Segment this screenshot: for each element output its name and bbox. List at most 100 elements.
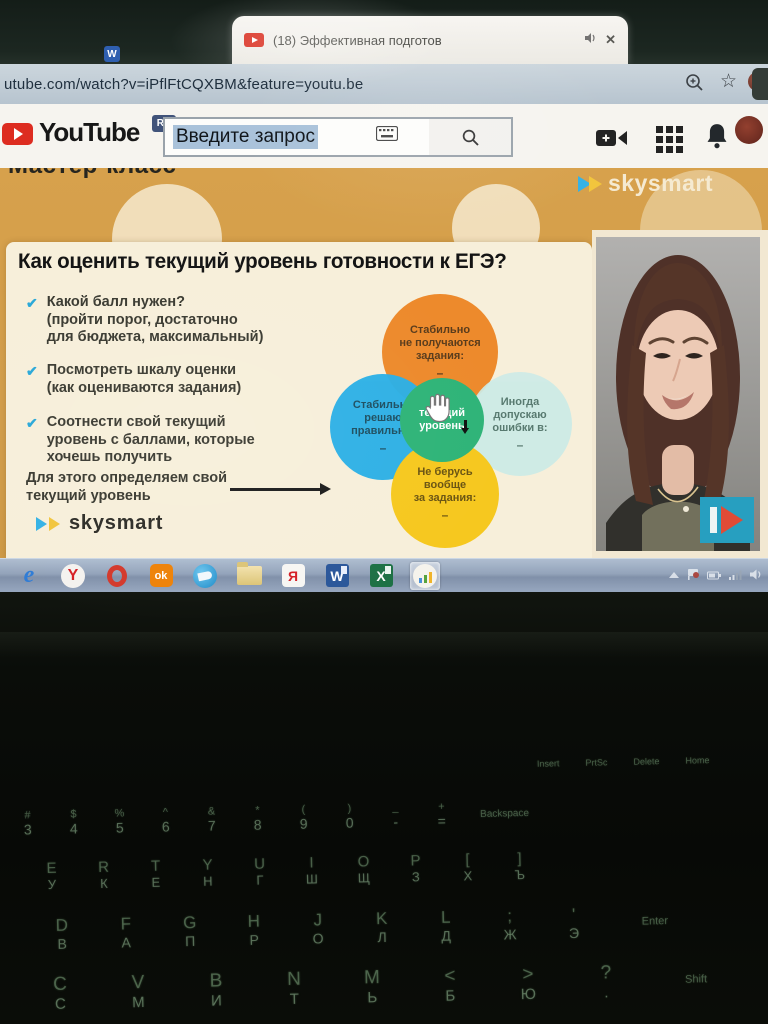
keyboard-key[interactable]: _- <box>376 793 415 838</box>
keyboard-key[interactable]: OЩ <box>341 846 386 893</box>
keyboard-key[interactable]: )0 <box>330 794 369 839</box>
keyboard-key[interactable]: MЬ <box>344 960 401 1013</box>
tab-audio-icon[interactable] <box>584 31 596 49</box>
keyboard-key[interactable]: IШ <box>289 847 334 894</box>
taskbar-internet-explorer-icon[interactable]: e <box>14 562 44 590</box>
taskbar-excel-icon[interactable]: X <box>366 562 396 590</box>
keyboard-key[interactable]: Enter <box>612 895 697 947</box>
search-button[interactable] <box>429 117 513 157</box>
keyboard-key[interactable]: ?. <box>578 955 635 1008</box>
down-arrow-icon <box>464 420 467 429</box>
address-bar[interactable]: utube.com/watch?v=iPflFtCQXBM&feature=yo… <box>4 76 363 93</box>
taskbar-file-explorer-icon[interactable] <box>234 562 264 590</box>
keyboard-key[interactable]: &7 <box>192 797 231 842</box>
keyboard-key[interactable]: Insert <box>537 752 560 774</box>
tab-title: (18) Эффективная подготов <box>273 33 575 48</box>
keyboard-key[interactable]: CС <box>32 966 89 1019</box>
tray-network-icon[interactable] <box>729 567 742 585</box>
taskbar-word-icon[interactable]: W <box>322 562 352 590</box>
keyboard-key[interactable]: Backspace <box>468 791 541 836</box>
keyboard-key[interactable]: Home <box>685 749 709 771</box>
word-pinned-icon[interactable]: W <box>104 46 120 62</box>
taskbar-yandex-browser-icon[interactable]: Y <box>58 562 88 590</box>
keyboard-key[interactable]: >Ю <box>500 956 557 1009</box>
keyboard-key[interactable]: Delete <box>633 750 659 773</box>
keyboard-key[interactable]: FА <box>100 907 151 958</box>
keyboard-home-row: DВ FА GП HР JО KЛ LД ;Ж 'Э Enter <box>0 894 768 960</box>
keyboard-key[interactable]: (9 <box>284 795 323 840</box>
slide-title: Как оценить текущий уровень готовности к… <box>18 250 573 274</box>
keyboard-key[interactable]: EУ <box>29 853 74 900</box>
skysmart-header-logo: skysmart <box>578 170 713 197</box>
search-icon <box>461 128 480 147</box>
create-video-icon[interactable] <box>596 128 628 153</box>
youtube-logo-text[interactable]: YouTube <box>39 117 139 148</box>
apps-grid-icon[interactable] <box>656 126 683 153</box>
windows-taskbar: e Y ok Я W X <box>0 558 768 592</box>
keyboard-function-row: Insert PrtSc Delete Home <box>0 748 766 786</box>
browser-tab[interactable]: (18) Эффективная подготов ✕ <box>232 16 628 64</box>
keyboard-bottom-row: CС VМ BИ NТ MЬ <Б >Ю?. Shift <box>2 952 768 1020</box>
tray-expand-icon[interactable] <box>669 567 679 585</box>
taskbar-odnoklassniki-icon[interactable]: ok <box>146 562 176 590</box>
browser-menu-icon[interactable] <box>752 68 768 100</box>
keyboard-key[interactable]: *8 <box>238 796 277 841</box>
youtube-logo-icon[interactable] <box>2 123 33 145</box>
keyboard-key[interactable]: ^6 <box>146 798 185 843</box>
keyboard-key[interactable]: LД <box>420 900 471 951</box>
keyboard-number-row: #3$4%5^6&7*8(9)0_-+=Backspace <box>0 786 767 846</box>
skysmart-play-icon <box>36 517 47 531</box>
slide-bullet: ✔ Соотнести свой текущий уровень с балла… <box>26 414 326 467</box>
keyboard-key[interactable]: VМ <box>110 965 167 1018</box>
check-icon: ✔ <box>26 363 38 397</box>
keyboard-key[interactable]: JО <box>292 903 343 954</box>
zoom-icon[interactable] <box>684 72 706 99</box>
keyboard-key[interactable]: += <box>422 792 461 837</box>
keyboard-key[interactable]: Shift <box>656 953 737 1007</box>
presenter-webcam <box>596 237 760 551</box>
keyboard-key[interactable]: %5 <box>100 799 139 844</box>
keyboard-key[interactable]: DВ <box>36 908 87 959</box>
laptop-body: Insert PrtSc Delete Home #3$4%5^6&7*8(9)0_-… <box>0 592 768 1024</box>
laptop-photo: (18) Эффективная подготов ✕ W utube.com/… <box>0 0 768 1024</box>
check-icon: ✔ <box>26 295 38 347</box>
webcam-frame <box>592 230 768 558</box>
slide-card: Как оценить текущий уровень готовности к… <box>6 242 592 558</box>
taskbar-yandex-search-icon[interactable]: Я <box>278 562 308 590</box>
skysmart-play-icon <box>589 176 602 192</box>
skysmart-play-icon <box>49 517 60 531</box>
keyboard-key[interactable]: NТ <box>266 961 323 1014</box>
video-player[interactable]: skysmart Как оценить текущий уровень гот… <box>0 168 768 558</box>
tray-battery-icon[interactable] <box>707 567 721 585</box>
taskbar-stats-app-icon[interactable] <box>410 562 440 590</box>
keyboard-key[interactable]: YН <box>185 849 230 896</box>
keyboard-key[interactable]: BИ <box>188 963 245 1016</box>
keyboard-key[interactable]: GП <box>164 906 215 957</box>
keyboard-key[interactable]: [Х <box>445 844 490 891</box>
keyboard-key[interactable]: PЗ <box>393 845 438 892</box>
taskbar-messenger-icon[interactable] <box>190 562 220 590</box>
keyboard-key[interactable]: $4 <box>54 800 93 845</box>
search-input[interactable]: Введите запрос <box>163 117 449 157</box>
tray-action-center-icon[interactable] <box>687 567 699 585</box>
laptop-hinge <box>0 632 768 658</box>
browser-toolbar: utube.com/watch?v=iPflFtCQXBM&feature=yo… <box>0 64 768 104</box>
tab-close-button[interactable]: ✕ <box>605 32 616 48</box>
bookmark-star-icon[interactable]: ☆ <box>720 70 737 93</box>
tray-volume-icon[interactable] <box>750 567 762 585</box>
keyboard-key[interactable]: PrtSc <box>585 751 607 773</box>
keyboard-key[interactable]: 'Э <box>548 898 599 949</box>
keyboard-key[interactable]: RК <box>81 851 126 898</box>
taskbar-opera-icon[interactable] <box>102 562 132 590</box>
keyboard-key[interactable]: KЛ <box>356 902 407 953</box>
keyboard-key[interactable]: UГ <box>237 848 282 895</box>
keyboard-key[interactable]: #3 <box>8 801 47 846</box>
keyboard-key[interactable]: TЕ <box>133 850 178 897</box>
user-avatar[interactable] <box>735 116 763 144</box>
notifications-bell-icon[interactable] <box>704 122 730 155</box>
keyboard-key[interactable]: <Б <box>422 958 479 1011</box>
keyboard-key[interactable]: ]Ъ <box>497 843 542 890</box>
keyboard-key[interactable]: HР <box>228 904 279 955</box>
keyboard-input-icon[interactable] <box>376 126 398 146</box>
keyboard-key[interactable]: ;Ж <box>484 899 535 950</box>
